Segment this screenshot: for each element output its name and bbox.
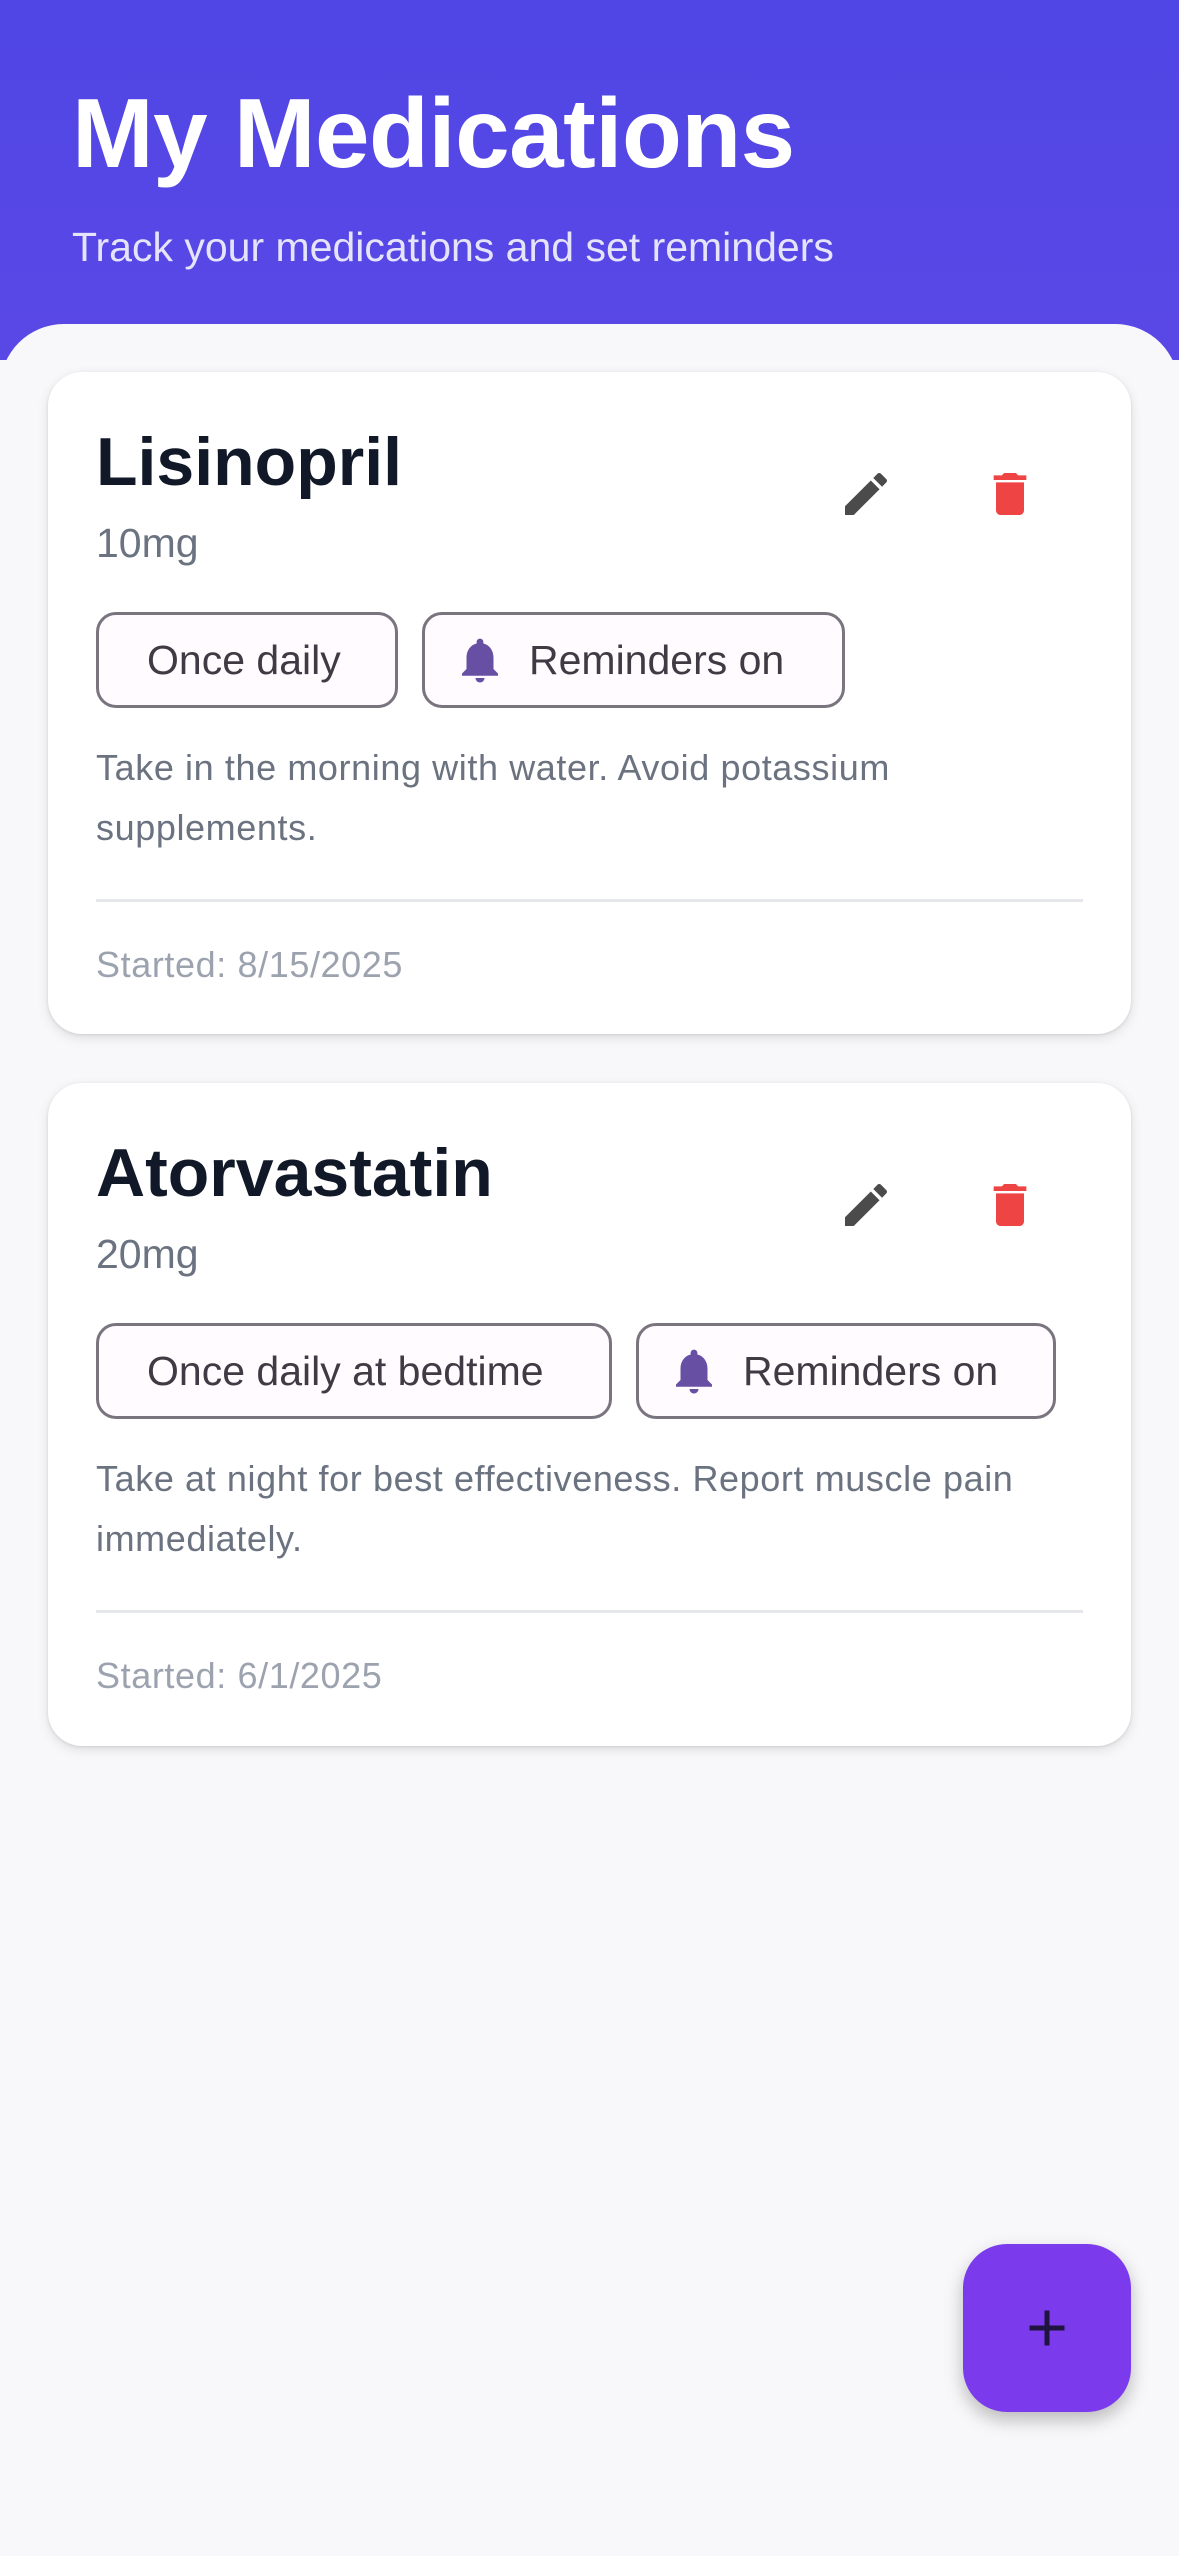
- reminders-label: Reminders on: [743, 1348, 999, 1394]
- pencil-icon: [845, 1183, 888, 1226]
- reminders-chip[interactable]: Reminders on: [422, 612, 845, 708]
- divider: [96, 899, 1083, 902]
- trash-icon: [993, 473, 1027, 515]
- reminders-chip[interactable]: Reminders on: [636, 1323, 1056, 1419]
- medication-name: Lisinopril: [96, 424, 402, 500]
- add-medication-button[interactable]: [963, 2244, 1131, 2412]
- medication-notes: Take in the morning with water. Avoid po…: [96, 747, 890, 848]
- trash-icon: [993, 1184, 1027, 1226]
- frequency-chip[interactable]: Once daily: [96, 612, 398, 708]
- edit-button[interactable]: [818, 446, 914, 542]
- start-date: Started: 6/1/2025: [96, 1655, 383, 1696]
- frequency-chip[interactable]: Once daily at bedtime: [96, 1323, 612, 1419]
- pencil-icon: [845, 472, 888, 515]
- medication-dose: 20mg: [96, 1231, 199, 1277]
- delete-button[interactable]: [962, 1157, 1058, 1253]
- medication-name: Atorvastatin: [96, 1135, 493, 1211]
- delete-button[interactable]: [962, 446, 1058, 542]
- medication-card[interactable]: Lisinopril 10mg Once daily Reminders on …: [48, 372, 1131, 1034]
- medications-screen: My Medications Track your medications an…: [0, 0, 1179, 2556]
- bell-icon: [462, 638, 498, 683]
- plus-icon: [1029, 2310, 1065, 2346]
- reminders-label: Reminders on: [529, 637, 785, 683]
- frequency-label: Once daily at bedtime: [147, 1348, 544, 1394]
- frequency-label: Once daily: [147, 637, 341, 683]
- medication-card[interactable]: Atorvastatin 20mg Once daily at bedtime …: [48, 1083, 1131, 1746]
- page-title: My Medications: [72, 78, 795, 188]
- header: My Medications Track your medications an…: [0, 0, 1179, 360]
- start-date: Started: 8/15/2025: [96, 944, 404, 985]
- page-subtitle: Track your medications and set reminders: [72, 224, 834, 270]
- bell-icon: [676, 1349, 712, 1394]
- divider: [96, 1610, 1083, 1613]
- medication-notes: Take at night for best effectiveness. Re…: [96, 1458, 1014, 1559]
- medication-dose: 10mg: [96, 520, 199, 566]
- edit-button[interactable]: [818, 1157, 914, 1253]
